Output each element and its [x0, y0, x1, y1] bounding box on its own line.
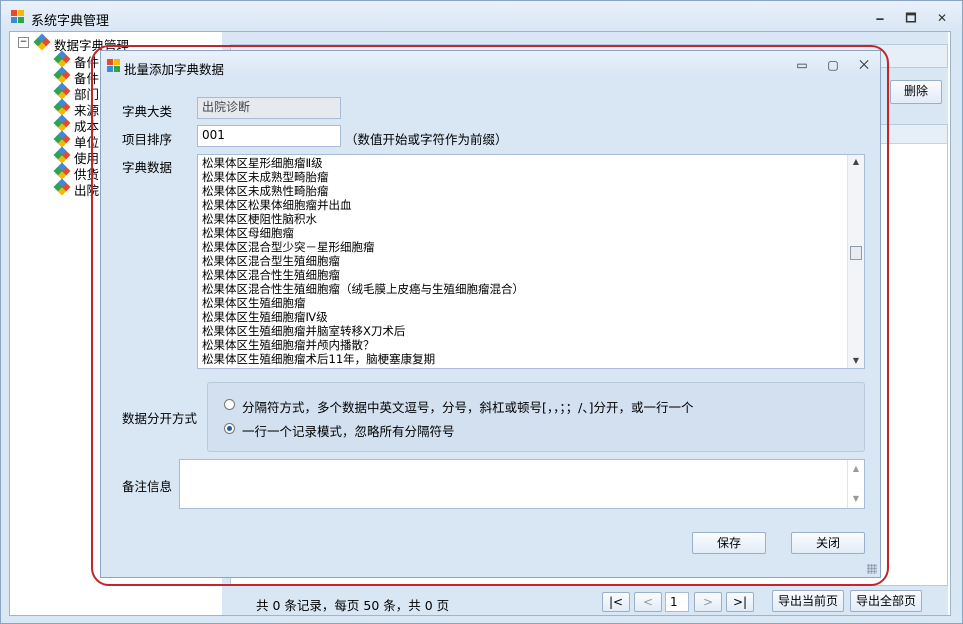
export-all-button[interactable]: 导出全部页 [850, 590, 922, 612]
split-option-1-label: 分隔符方式，多个数据中英文逗号，分号，斜杠或顿号[，，；；/、]分开，或一行一个 [242, 400, 694, 415]
export-current-button[interactable]: 导出当前页 [772, 590, 844, 612]
prev-page-button[interactable]: < [634, 592, 662, 612]
maximize-button[interactable]: 🗖 [899, 9, 923, 27]
page-input[interactable]: 1 [665, 592, 689, 612]
data-line: 松果体区松果体细胞瘤并出血 [202, 198, 352, 212]
dictionary-item-icon [53, 82, 71, 100]
split-mode-label: 数据分开方式 [122, 411, 198, 426]
radio-delimiter[interactable] [224, 399, 235, 410]
dictionary-item-icon [53, 98, 71, 116]
remark-scrollbar[interactable]: ▲ ▼ [847, 460, 864, 508]
data-line: 松果体区混合性生殖细胞瘤 [202, 268, 340, 282]
collapse-icon[interactable]: − [18, 37, 29, 48]
split-option-delimiter[interactable]: 分隔符方式，多个数据中英文逗号，分号，斜杠或顿号[，，；；/、]分开，或一行一个 [224, 397, 844, 415]
dictionary-item-icon [53, 178, 71, 196]
data-line: 松果体区混合型生殖细胞瘤 [202, 254, 340, 268]
batch-add-dialog: 批量添加字典数据 ▭ ▢ ⨉ 字典大类 出院诊断 项目排序 001 （数值开始或… [100, 50, 881, 578]
order-field[interactable]: 001 [197, 125, 341, 147]
data-line: 松果体区生殖细胞瘤术后11年，脑梗塞康复期 [202, 352, 436, 366]
data-line: 松果体区生殖细胞瘤Ⅳ级 [202, 310, 328, 324]
order-label: 项目排序 [122, 132, 173, 147]
last-page-button[interactable]: >| [726, 592, 754, 612]
split-option-line[interactable]: 一行一个记录模式，忽略所有分隔符号 [224, 421, 844, 439]
remark-label: 备注信息 [122, 479, 173, 494]
category-field: 出院诊断 [197, 97, 341, 119]
window-title: 系统字典管理 [31, 14, 110, 29]
app-icon [11, 10, 25, 24]
data-line: 松果体区未成熟型畸胎瘤 [202, 170, 329, 184]
first-page-button[interactable]: |< [602, 592, 630, 612]
close-button[interactable]: ✕ [930, 9, 954, 27]
split-mode-group: 分隔符方式，多个数据中英文逗号，分号，斜杠或顿号[，，；；/、]分开，或一行一个… [207, 382, 865, 452]
scroll-down-icon[interactable]: ▼ [848, 492, 864, 506]
data-line: 松果体区未成熟性畸胎瘤 [202, 184, 329, 198]
data-line: 松果体区星形细胞瘤Ⅱ级 [202, 156, 323, 170]
dictionary-icon [33, 33, 51, 51]
dialog-icon [107, 59, 121, 73]
dialog-close-button[interactable]: ⨉ [852, 56, 876, 74]
dialog-title: 批量添加字典数据 [124, 62, 225, 77]
data-line: 松果体区混合性生殖细胞瘤（绒毛膜上皮癌与生殖细胞瘤混合） [202, 282, 524, 296]
data-scrollbar[interactable]: ▲ ▼ [847, 155, 864, 368]
dictionary-item-icon [53, 114, 71, 132]
data-line: 松果体区梗阻性脑积水 [202, 212, 317, 226]
scroll-up-icon[interactable]: ▲ [848, 462, 864, 476]
pager-summary: 共 0 条记录，每页 50 条，共 0 页 [256, 598, 450, 613]
data-line: 松果体区母细胞瘤 [202, 226, 294, 240]
category-label: 字典大类 [122, 104, 173, 119]
dictionary-item-icon [53, 146, 71, 164]
dialog-maximize-button[interactable]: ▢ [821, 56, 845, 74]
data-lines: 松果体区星形细胞瘤Ⅱ级 松果体区未成熟型畸胎瘤 松果体区未成熟性畸胎瘤 松果体区… [198, 156, 848, 366]
data-line: 松果体区生殖细胞瘤 [202, 296, 306, 310]
scroll-down-icon[interactable]: ▼ [848, 354, 864, 368]
delete-button[interactable]: 删除 [890, 80, 942, 104]
next-page-button[interactable]: > [694, 592, 722, 612]
data-line: 松果体区混合型少突－星形细胞瘤 [202, 240, 375, 254]
dialog-minimize-button[interactable]: ▭ [790, 56, 814, 74]
dictionary-item-icon [53, 50, 71, 68]
scroll-thumb[interactable] [850, 246, 862, 260]
data-label: 字典数据 [122, 160, 173, 175]
dictionary-item-icon [53, 130, 71, 148]
split-option-2-label: 一行一个记录模式，忽略所有分隔符号 [242, 424, 455, 439]
data-line: 松果体区生殖细胞瘤并颅内播散？ [202, 338, 375, 352]
close-dialog-button[interactable]: 关闭 [791, 532, 865, 554]
dictionary-item-icon [53, 66, 71, 84]
radio-line-mode[interactable] [224, 423, 235, 434]
main-titlebar[interactable]: 系统字典管理 🗕 🗖 ✕ [1, 1, 962, 33]
dictionary-data-textarea[interactable]: 松果体区星形细胞瘤Ⅱ级 松果体区未成熟型畸胎瘤 松果体区未成熟性畸胎瘤 松果体区… [197, 154, 865, 369]
remark-textarea[interactable]: ▲ ▼ [179, 459, 865, 509]
order-hint: （数值开始或字符作为前缀） [345, 132, 508, 147]
data-line: 松果体区生殖细胞瘤并脑室转移X刀术后 [202, 324, 406, 338]
scroll-up-icon[interactable]: ▲ [848, 155, 864, 169]
tree-item-label: 出院 [74, 183, 100, 198]
dictionary-item-icon [53, 162, 71, 180]
save-button[interactable]: 保存 [692, 532, 766, 554]
resize-grip-icon[interactable] [867, 564, 877, 574]
minimize-button[interactable]: 🗕 [868, 9, 892, 27]
